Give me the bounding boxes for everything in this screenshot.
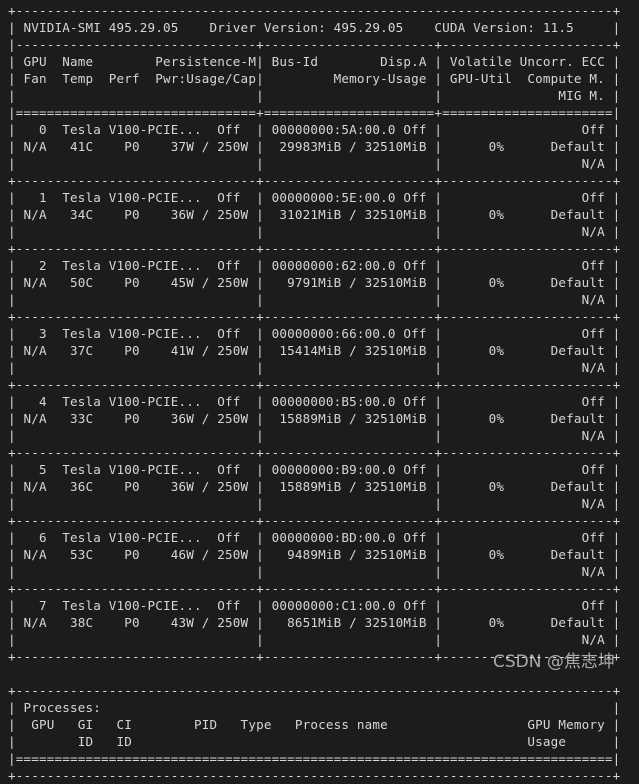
terminal-window: +---------------------------------------… [0, 0, 639, 783]
nvidia-smi-output: +---------------------------------------… [8, 3, 621, 783]
